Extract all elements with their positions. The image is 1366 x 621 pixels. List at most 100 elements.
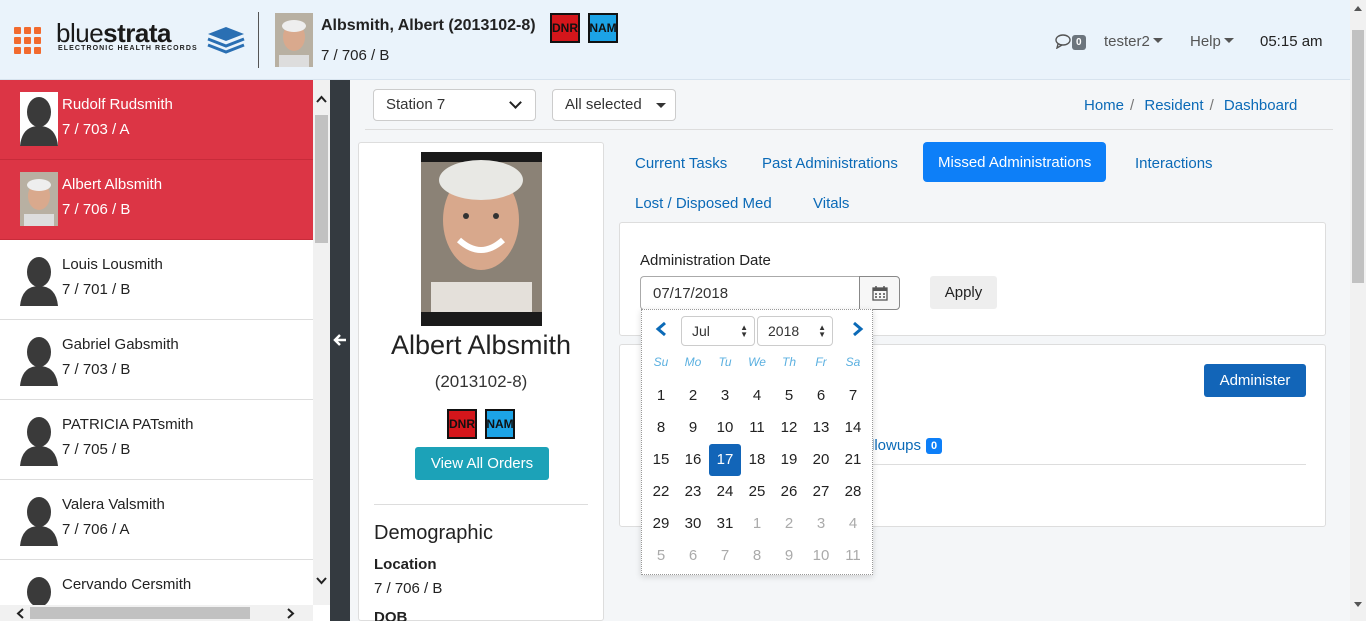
calendar-day[interactable]: 20: [805, 444, 837, 476]
resident-location: 7 / 706 / A: [62, 521, 130, 538]
calendar-day[interactable]: 18: [741, 444, 773, 476]
chat-icon[interactable]: [1055, 33, 1073, 49]
calendar-day[interactable]: 3: [709, 380, 741, 412]
arrow-left-icon[interactable]: [333, 333, 347, 347]
calendar-day[interactable]: 10: [805, 540, 837, 572]
calendar-day[interactable]: 25: [741, 476, 773, 508]
station-select[interactable]: Station 7: [373, 89, 536, 121]
calendar-day[interactable]: 6: [677, 540, 709, 572]
scroll-right-icon[interactable]: [287, 608, 295, 619]
calendar-day[interactable]: 17: [709, 444, 741, 476]
calendar-day[interactable]: 19: [773, 444, 805, 476]
calendar-day[interactable]: 5: [773, 380, 805, 412]
help-menu[interactable]: Help: [1190, 33, 1234, 50]
calendar-day[interactable]: 5: [645, 540, 677, 572]
calendar-day[interactable]: 30: [677, 508, 709, 540]
month-select[interactable]: Jul ▲ ▼: [681, 316, 755, 346]
calendar-day[interactable]: 29: [645, 508, 677, 540]
resident-list-scrollbar[interactable]: [313, 80, 330, 605]
calendar-day[interactable]: 9: [677, 412, 709, 444]
year-select[interactable]: 2018 ▲ ▼: [757, 316, 833, 346]
prev-month-icon[interactable]: [654, 321, 668, 337]
calendar-day[interactable]: 3: [805, 508, 837, 540]
resident-list-hscrollbar[interactable]: [0, 605, 313, 621]
calendar-day[interactable]: 26: [773, 476, 805, 508]
hscroll-thumb[interactable]: [30, 607, 250, 619]
view-all-orders-button[interactable]: View All Orders: [415, 447, 549, 480]
calendar-button[interactable]: [859, 276, 900, 310]
tab-interactions[interactable]: Interactions: [1135, 155, 1213, 172]
user-menu[interactable]: tester2: [1104, 33, 1163, 50]
calendar-day[interactable]: 7: [837, 380, 869, 412]
calendar-day[interactable]: 1: [645, 380, 677, 412]
apply-button[interactable]: Apply: [930, 276, 997, 309]
calendar-day[interactable]: 8: [741, 540, 773, 572]
calendar-day[interactable]: 11: [741, 412, 773, 444]
calendar-day[interactable]: 6: [805, 380, 837, 412]
apps-grid-icon[interactable]: [14, 27, 41, 54]
calendar-day[interactable]: 8: [645, 412, 677, 444]
tab-vitals[interactable]: Vitals: [813, 195, 849, 212]
tab-lost-disposed-med[interactable]: Lost / Disposed Med: [635, 195, 772, 212]
calendar-day[interactable]: 28: [837, 476, 869, 508]
calendar-day[interactable]: 13: [805, 412, 837, 444]
calendar-day[interactable]: 14: [837, 412, 869, 444]
calendar-day[interactable]: 24: [709, 476, 741, 508]
scroll-up-icon[interactable]: [316, 95, 327, 103]
divider: [871, 464, 1306, 465]
resident-list-item[interactable]: Albert Albsmith 7 / 706 / B: [0, 160, 313, 240]
calendar-day[interactable]: 31: [709, 508, 741, 540]
patient-location-header: 7 / 706 / B: [321, 47, 390, 64]
weekday-header: We: [748, 355, 766, 369]
administer-button[interactable]: Administer: [1204, 364, 1306, 397]
administration-date-input[interactable]: 07/17/2018: [640, 276, 861, 310]
calendar-day[interactable]: 27: [805, 476, 837, 508]
breadcrumb-resident[interactable]: Resident: [1144, 97, 1203, 114]
resident-name: Cervando Cersmith: [62, 576, 192, 593]
next-month-icon[interactable]: [851, 321, 865, 337]
breadcrumb-dashboard[interactable]: Dashboard: [1224, 97, 1297, 114]
bluestrata-logo[interactable]: bluestrata ELECTRONIC HEALTH RECORDS: [56, 18, 246, 61]
page-scrollbar[interactable]: [1350, 0, 1366, 621]
resident-list-item[interactable]: Gabriel Gabsmith 7 / 703 / B: [0, 320, 313, 400]
calendar-day[interactable]: 23: [677, 476, 709, 508]
calendar-day[interactable]: 15: [645, 444, 677, 476]
calendar-day[interactable]: 2: [773, 508, 805, 540]
calendar-day[interactable]: 11: [837, 540, 869, 572]
resident-location: 7 / 701 / B: [62, 281, 131, 298]
calendar-day[interactable]: 22: [645, 476, 677, 508]
calendar-day[interactable]: 4: [837, 508, 869, 540]
calendar-day[interactable]: 2: [677, 380, 709, 412]
page-scroll-thumb[interactable]: [1352, 30, 1364, 283]
followups-tab[interactable]: llowups: [871, 437, 921, 454]
avatar: [20, 412, 58, 466]
weekday-header: Tu: [718, 355, 732, 369]
calendar-day[interactable]: 1: [741, 508, 773, 540]
calendar-day[interactable]: 9: [773, 540, 805, 572]
scroll-left-icon[interactable]: [16, 608, 24, 619]
calendar-day[interactable]: 7: [709, 540, 741, 572]
calendar-day[interactable]: 4: [741, 380, 773, 412]
weekday-header: Fr: [815, 355, 827, 369]
chat-count-badge[interactable]: 0: [1072, 35, 1086, 50]
tab-missed-administrations[interactable]: Missed Administrations: [923, 142, 1107, 182]
scroll-up-icon[interactable]: [1354, 6, 1362, 11]
resident-list-item[interactable]: PATRICIA PATsmith 7 / 705 / B: [0, 400, 313, 480]
resident-list-item[interactable]: Cervando Cersmith: [0, 560, 313, 605]
resident-list-item[interactable]: Rudolf Rudsmith 7 / 703 / A: [0, 80, 313, 160]
tab-past-administrations[interactable]: Past Administrations: [762, 155, 898, 172]
scroll-down-icon[interactable]: [316, 577, 327, 585]
sidebar-toggle-bar[interactable]: [330, 80, 350, 621]
calendar-day[interactable]: 21: [837, 444, 869, 476]
calendar-day[interactable]: 12: [773, 412, 805, 444]
resident-list-scroll-thumb[interactable]: [315, 115, 328, 243]
resident-list-item[interactable]: Louis Lousmith 7 / 701 / B: [0, 240, 313, 320]
dnr-badge: DNR: [550, 13, 580, 43]
calendar-day[interactable]: 16: [677, 444, 709, 476]
filter-select[interactable]: All selected: [552, 89, 676, 121]
resident-list-item[interactable]: Valera Valsmith 7 / 706 / A: [0, 480, 313, 560]
breadcrumb-home[interactable]: Home: [1084, 97, 1124, 114]
calendar-day[interactable]: 10: [709, 412, 741, 444]
tab-current-tasks[interactable]: Current Tasks: [635, 155, 727, 172]
scroll-down-icon[interactable]: [1354, 602, 1362, 607]
